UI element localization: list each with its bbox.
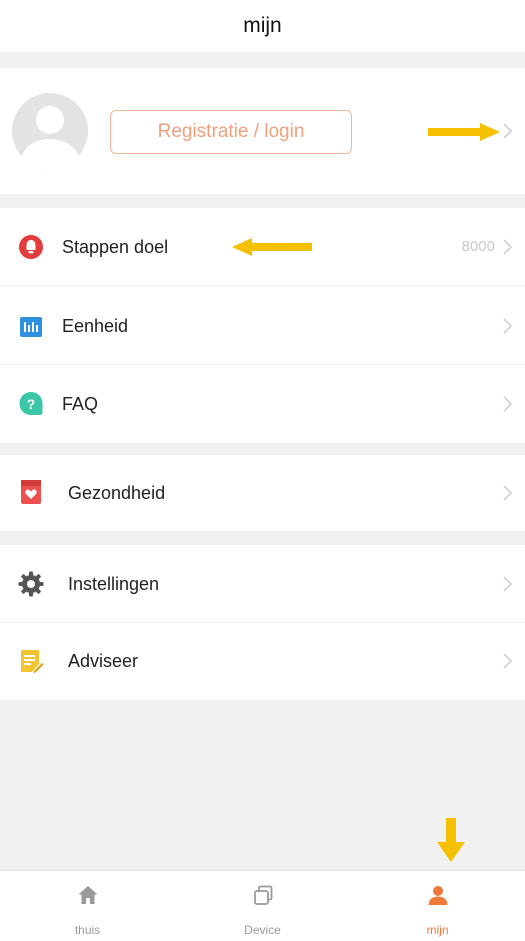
tab-device[interactable]: Device bbox=[175, 871, 350, 941]
menu-item-advise[interactable]: Adviseer bbox=[0, 623, 525, 700]
chevron-right-icon bbox=[503, 576, 513, 592]
profile-section[interactable]: Registratie / login bbox=[0, 68, 525, 194]
menu-item-settings[interactable]: Instellingen bbox=[0, 545, 525, 623]
health-icon bbox=[21, 480, 41, 504]
menu-item-label: FAQ bbox=[62, 394, 99, 414]
faq-icon: ? bbox=[19, 392, 43, 415]
menu-item-label: Instellingen bbox=[68, 574, 160, 594]
chevron-right-icon bbox=[503, 396, 513, 412]
gear-icon bbox=[18, 571, 44, 597]
top-navigation-bar: mijn bbox=[0, 0, 525, 52]
menu-item-health[interactable]: Gezondheid bbox=[0, 455, 525, 531]
menu-item-label: Stappen doel bbox=[62, 237, 169, 257]
register-login-button[interactable]: Registratie / login bbox=[110, 110, 352, 154]
tab-profile[interactable]: mijn bbox=[350, 871, 525, 941]
chevron-right-icon bbox=[503, 485, 513, 501]
chevron-right-icon bbox=[503, 123, 513, 139]
person-icon bbox=[428, 886, 447, 905]
yellow-arrow-down-icon bbox=[437, 818, 465, 862]
chevron-right-icon bbox=[503, 318, 513, 334]
section-separator bbox=[0, 531, 525, 545]
section-separator bbox=[0, 194, 525, 208]
section-separator bbox=[0, 52, 525, 68]
tab-home[interactable]: thuis bbox=[0, 871, 175, 941]
bottom-tab-bar: thuis Device mijn bbox=[0, 870, 525, 941]
svg-text:?: ? bbox=[27, 396, 36, 412]
section-separator bbox=[0, 443, 525, 455]
menu-item-label: Adviseer bbox=[68, 651, 139, 671]
avatar[interactable] bbox=[12, 93, 88, 169]
menu-item-faq[interactable]: ? FAQ bbox=[0, 365, 525, 443]
menu-item-label: Gezondheid bbox=[68, 483, 166, 503]
tab-label: thuis bbox=[74, 923, 101, 937]
yellow-arrow-left-icon bbox=[232, 238, 312, 256]
menu-item-steps-goal[interactable]: Stappen doel 8000 bbox=[0, 208, 525, 286]
device-icon bbox=[253, 885, 272, 905]
page-title: mijn bbox=[243, 14, 282, 37]
unit-icon bbox=[20, 317, 42, 337]
home-icon bbox=[78, 886, 97, 904]
menu-item-label: Eenheid bbox=[62, 316, 129, 336]
menu-item-unit[interactable]: Eenheid bbox=[0, 287, 525, 365]
yellow-arrow-right-icon bbox=[428, 123, 500, 141]
empty-background bbox=[0, 700, 525, 870]
note-edit-icon bbox=[21, 650, 44, 673]
tab-label: Device bbox=[244, 923, 281, 937]
steps-goal-value: 8000 bbox=[461, 238, 495, 255]
steps-goal-icon bbox=[19, 235, 43, 259]
tab-label: mijn bbox=[426, 923, 449, 937]
chevron-right-icon bbox=[503, 653, 513, 669]
chevron-right-icon bbox=[503, 239, 513, 255]
